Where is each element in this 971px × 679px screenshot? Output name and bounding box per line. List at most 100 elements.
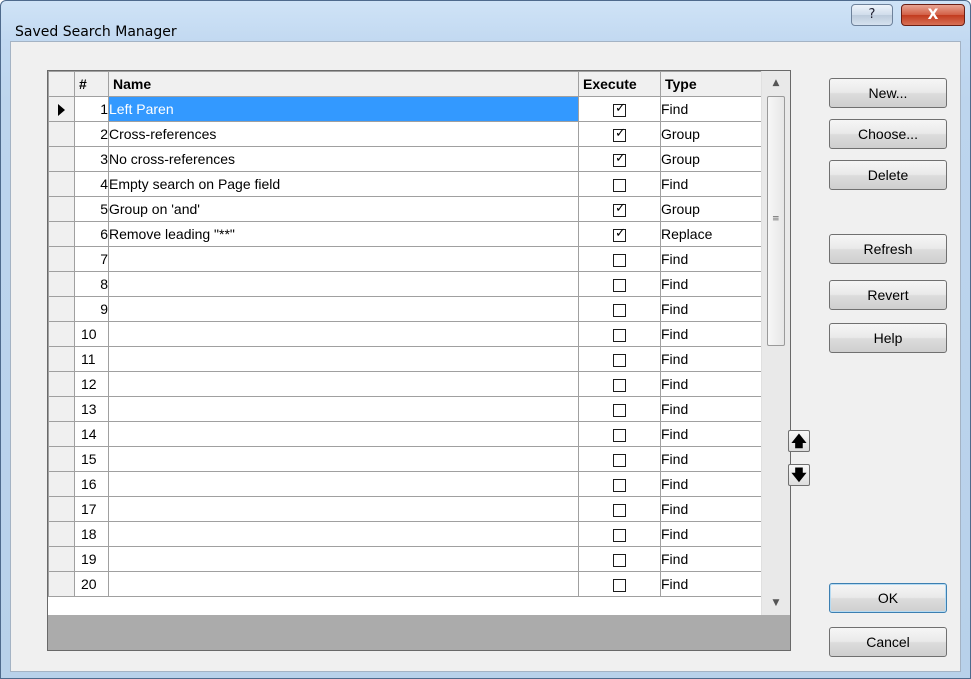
- execute-checkbox[interactable]: [613, 428, 626, 442]
- scroll-down-button[interactable]: ▼: [762, 591, 790, 615]
- execute-checkbox[interactable]: [613, 503, 626, 517]
- row-selector[interactable]: [48, 571, 75, 597]
- help-caption-button[interactable]: ?: [851, 4, 893, 26]
- search-name-cell[interactable]: [108, 496, 579, 522]
- table-row[interactable]: 9 Find: [48, 296, 762, 322]
- execute-checkbox[interactable]: ✓: [613, 227, 626, 242]
- execute-checkbox[interactable]: [613, 353, 626, 367]
- search-name-cell[interactable]: [108, 421, 579, 447]
- refresh-button[interactable]: Refresh: [829, 234, 947, 264]
- move-up-button[interactable]: 🡅: [788, 430, 810, 452]
- search-name-cell[interactable]: [108, 446, 579, 472]
- row-selector[interactable]: [48, 146, 75, 172]
- table-row[interactable]: 2 Cross-references ✓ Group: [48, 121, 762, 147]
- table-row[interactable]: 7 Find: [48, 246, 762, 272]
- search-type-cell[interactable]: Find: [660, 246, 762, 272]
- cancel-button[interactable]: Cancel: [829, 627, 947, 657]
- search-name-cell[interactable]: Left Paren: [108, 96, 579, 122]
- table-row[interactable]: 17 Find: [48, 496, 762, 522]
- execute-checkbox[interactable]: [613, 328, 626, 342]
- delete-button[interactable]: Delete: [829, 160, 947, 190]
- execute-checkbox[interactable]: [613, 278, 626, 292]
- search-type-cell[interactable]: Find: [660, 271, 762, 297]
- search-name-cell[interactable]: [108, 396, 579, 422]
- row-selector[interactable]: [48, 271, 75, 297]
- row-selector[interactable]: [48, 221, 75, 247]
- table-row[interactable]: 10 Find: [48, 321, 762, 347]
- row-selector[interactable]: [48, 421, 75, 447]
- ok-button[interactable]: OK: [829, 583, 947, 613]
- search-type-cell[interactable]: Find: [660, 446, 762, 472]
- scroll-up-button[interactable]: ▲: [762, 71, 790, 95]
- table-row[interactable]: 14 Find: [48, 421, 762, 447]
- scrollbar-thumb[interactable]: ≡: [767, 96, 785, 346]
- table-row[interactable]: 1 Left Paren ✓ Find: [48, 96, 762, 122]
- row-selector[interactable]: [48, 171, 75, 197]
- search-type-cell[interactable]: Find: [660, 471, 762, 497]
- execute-checkbox[interactable]: [613, 253, 626, 267]
- search-name-cell[interactable]: No cross-references: [108, 146, 579, 172]
- row-selector[interactable]: [48, 196, 75, 222]
- execute-checkbox[interactable]: ✓: [613, 102, 626, 117]
- table-row[interactable]: 4 Empty search on Page field Find: [48, 171, 762, 197]
- search-name-cell[interactable]: Empty search on Page field: [108, 171, 579, 197]
- help-button[interactable]: Help: [829, 323, 947, 353]
- search-name-cell[interactable]: [108, 346, 579, 372]
- search-type-cell[interactable]: Group: [660, 121, 762, 147]
- search-name-cell[interactable]: [108, 296, 579, 322]
- row-selector[interactable]: [48, 396, 75, 422]
- row-selector[interactable]: [48, 121, 75, 147]
- row-selector[interactable]: [48, 546, 75, 572]
- search-name-cell[interactable]: [108, 471, 579, 497]
- move-down-button[interactable]: 🡇: [788, 464, 810, 486]
- column-header-type[interactable]: Type: [660, 71, 762, 97]
- table-row[interactable]: 16 Find: [48, 471, 762, 497]
- table-row[interactable]: 15 Find: [48, 446, 762, 472]
- search-name-cell[interactable]: [108, 371, 579, 397]
- search-type-cell[interactable]: Group: [660, 146, 762, 172]
- table-row[interactable]: 13 Find: [48, 396, 762, 422]
- revert-button[interactable]: Revert: [829, 280, 947, 310]
- search-type-cell[interactable]: Replace: [660, 221, 762, 247]
- row-selector[interactable]: [48, 346, 75, 372]
- search-name-cell[interactable]: Group on 'and': [108, 196, 579, 222]
- row-selector[interactable]: [48, 296, 75, 322]
- search-type-cell[interactable]: Find: [660, 571, 762, 597]
- search-name-cell[interactable]: Cross-references: [108, 121, 579, 147]
- search-type-cell[interactable]: Find: [660, 421, 762, 447]
- search-name-cell[interactable]: [108, 271, 579, 297]
- search-type-cell[interactable]: Find: [660, 546, 762, 572]
- table-row[interactable]: 8 Find: [48, 271, 762, 297]
- table-row[interactable]: 18 Find: [48, 521, 762, 547]
- search-name-cell[interactable]: [108, 521, 579, 547]
- execute-checkbox[interactable]: [613, 478, 626, 492]
- search-type-cell[interactable]: Find: [660, 321, 762, 347]
- execute-checkbox[interactable]: [613, 578, 626, 592]
- table-row[interactable]: 6 Remove leading "**" ✓ Replace: [48, 221, 762, 247]
- execute-checkbox[interactable]: [613, 528, 626, 542]
- row-selector[interactable]: [48, 371, 75, 397]
- table-row[interactable]: 19 Find: [48, 546, 762, 572]
- title-bar[interactable]: Saved Search Manager ? X: [1, 1, 970, 40]
- search-type-cell[interactable]: Find: [660, 96, 762, 122]
- search-type-cell[interactable]: Find: [660, 496, 762, 522]
- table-row[interactable]: 20 Find: [48, 571, 762, 597]
- search-type-cell[interactable]: Find: [660, 346, 762, 372]
- search-name-cell[interactable]: [108, 571, 579, 597]
- row-selector[interactable]: [48, 246, 75, 272]
- execute-checkbox[interactable]: ✓: [613, 202, 626, 217]
- table-row[interactable]: 12 Find: [48, 371, 762, 397]
- search-type-cell[interactable]: Find: [660, 296, 762, 322]
- new-button[interactable]: New...: [829, 78, 947, 108]
- row-selector[interactable]: [48, 471, 75, 497]
- table-row[interactable]: 3 No cross-references ✓ Group: [48, 146, 762, 172]
- search-type-cell[interactable]: Find: [660, 521, 762, 547]
- row-selector[interactable]: [48, 446, 75, 472]
- table-row[interactable]: 5 Group on 'and' ✓ Group: [48, 196, 762, 222]
- row-selector[interactable]: [48, 96, 75, 122]
- execute-checkbox[interactable]: [613, 303, 626, 317]
- execute-checkbox[interactable]: [613, 553, 626, 567]
- column-header-execute[interactable]: Execute: [578, 71, 661, 97]
- search-name-cell[interactable]: [108, 546, 579, 572]
- execute-checkbox[interactable]: [613, 378, 626, 392]
